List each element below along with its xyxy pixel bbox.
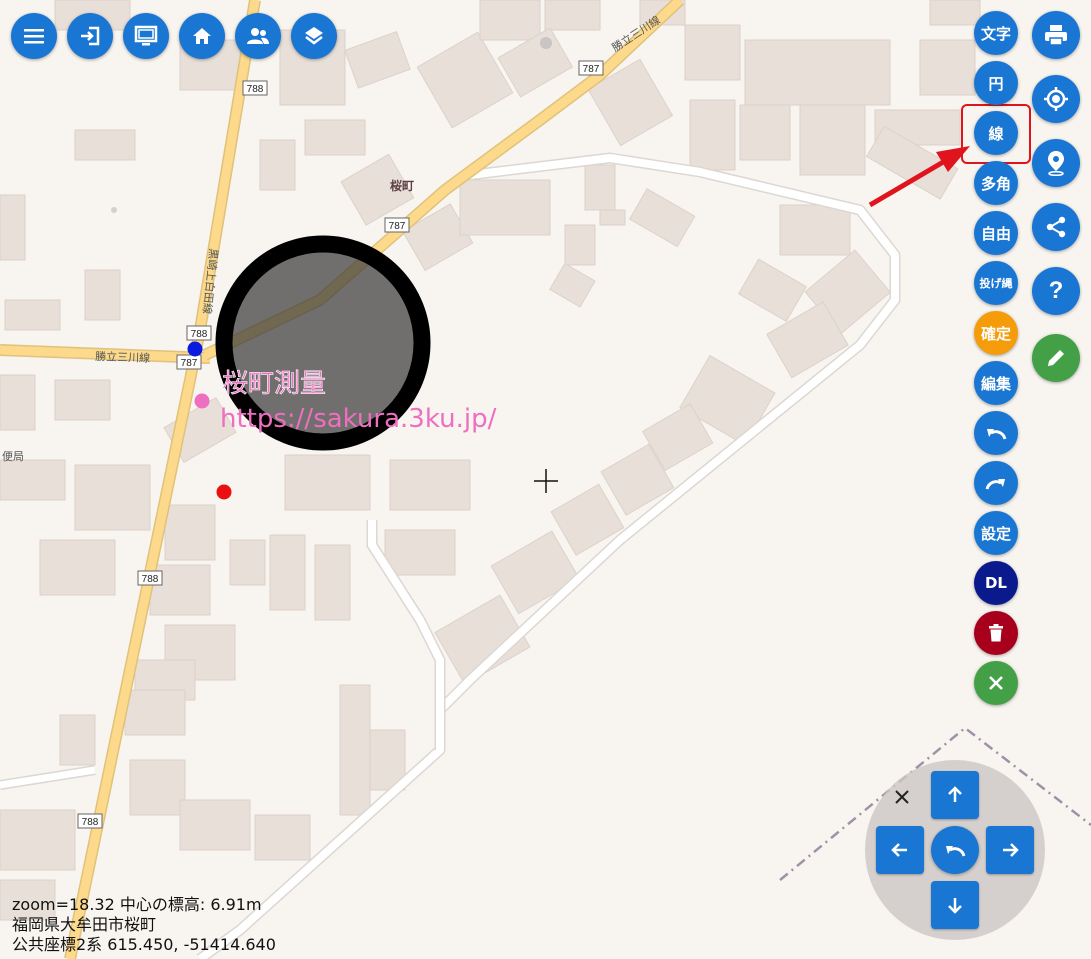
arrow-up-icon [948,786,962,802]
circle-tool-button[interactable]: 円 [974,61,1018,105]
arrow-right-icon [1003,843,1019,857]
watermark-title: 桜町測量 [222,369,326,399]
coordinate-info: 公共座標2系 615.450, -51414.640 [12,935,276,954]
close-icon [989,676,1003,690]
red-marker[interactable] [216,484,232,500]
undo-icon [987,429,1007,440]
map-canvas[interactable]: 788 787 787 788 787 788 788 勝立三川線 勝立三川線 … [0,0,1091,959]
edit-button[interactable]: 編集 [974,361,1018,405]
share-icon [1046,216,1066,238]
svg-text:788: 788 [191,329,208,340]
delete-button[interactable] [974,611,1018,655]
arrow-left-icon [891,843,907,857]
trash-icon [989,624,1003,642]
users-button[interactable] [235,13,281,59]
svg-text:788: 788 [247,84,264,95]
settings-label: 設定 [980,524,1011,543]
layers-icon [305,27,323,45]
help-icon: ? [1048,277,1064,304]
svg-text:便局: 便局 [2,450,24,463]
svg-text:788: 788 [82,817,99,828]
layers-button[interactable] [291,13,337,59]
freehand-tool-button[interactable]: 自由 [974,211,1018,255]
place-label: 桜町 [390,178,414,193]
confirm-button[interactable]: 確定 [974,311,1018,355]
print-icon [1045,25,1067,46]
pin-button[interactable] [1032,139,1080,187]
pan-down-button[interactable] [931,881,979,929]
monitor-icon [134,25,158,46]
svg-text:787: 787 [583,64,600,75]
lasso-tool-label: 投げ縄 [979,277,1013,290]
undo-icon [946,846,966,857]
login-icon [81,26,100,46]
pan-left-button[interactable] [876,826,924,874]
menu-button[interactable] [11,13,57,59]
circle-tool-label: 円 [988,74,1004,93]
download-label: DL [984,574,1007,592]
line-tool-label: 線 [988,124,1004,143]
pan-up-button[interactable] [931,771,979,819]
users-icon [247,28,269,44]
home-button[interactable] [179,13,225,59]
confirm-label: 確定 [980,324,1011,343]
edit-label: 編集 [980,374,1011,393]
text-tool-button[interactable]: 文字 [974,11,1018,55]
svg-text:勝立三川線: 勝立三川線 [95,349,150,365]
svg-text:788: 788 [142,574,159,585]
redo-button[interactable] [974,461,1018,505]
pencil-icon [1048,350,1064,366]
undo-button[interactable] [974,411,1018,455]
help-button[interactable]: ? [1032,267,1080,315]
line-tool-button[interactable]: 線 [974,111,1018,155]
settings-button[interactable]: 設定 [974,511,1018,555]
map-pin-icon [1048,151,1064,176]
close-draw-button[interactable] [974,661,1018,705]
arrow-down-icon [948,898,962,914]
pan-reset-button[interactable] [931,826,979,874]
pan-right-button[interactable] [986,826,1034,874]
download-button[interactable]: DL [974,561,1018,605]
crosshair-location-icon [1044,87,1068,111]
home-icon [193,28,211,44]
share-button[interactable] [1032,203,1080,251]
login-button[interactable] [67,13,113,59]
locate-button[interactable] [1032,75,1080,123]
pencil-button[interactable] [1032,334,1080,382]
watermark-url: https://sakura.3ku.jp/ [220,404,497,434]
blue-marker[interactable] [187,341,203,357]
close-icon [895,790,909,804]
text-tool-label: 文字 [980,24,1011,43]
freehand-tool-label: 自由 [980,224,1011,243]
screen-button[interactable] [123,13,169,59]
polygon-tool-label: 多角 [980,174,1011,193]
pink-marker[interactable] [194,393,210,409]
svg-text:787: 787 [389,221,406,232]
redo-icon [985,479,1005,490]
pan-pad-close-button[interactable] [892,787,912,807]
menu-icon [24,29,44,44]
lasso-tool-button[interactable]: 投げ縄 [974,261,1018,305]
svg-text:787: 787 [181,358,198,369]
print-button[interactable] [1032,11,1080,59]
polygon-tool-button[interactable]: 多角 [974,161,1018,205]
